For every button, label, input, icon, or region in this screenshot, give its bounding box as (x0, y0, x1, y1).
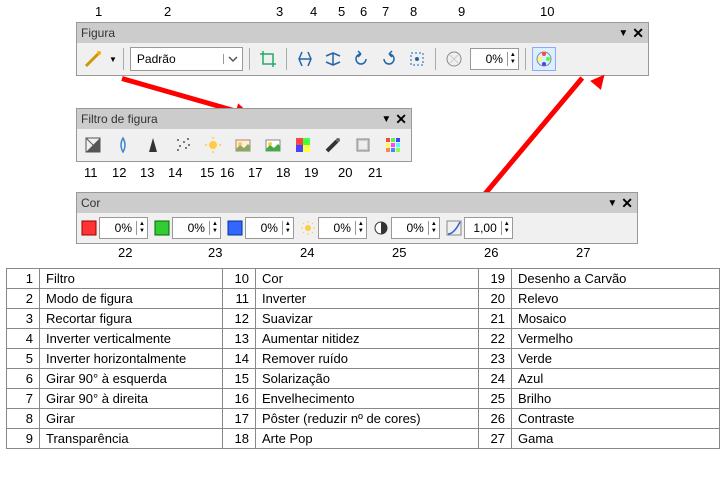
mode-dropdown[interactable]: Padrão (130, 47, 243, 71)
transparency-spinner[interactable]: 0% ▲▼ (470, 48, 519, 70)
legend-table: 1Filtro10Cor19Desenho a Carvão2Modo de f… (6, 268, 720, 449)
label-23: 23 (208, 245, 222, 260)
label-14: 14 (168, 165, 182, 180)
chevron-down-icon (223, 54, 242, 64)
sharpen-button[interactable] (141, 133, 165, 157)
filter-dropdown-arrow[interactable]: ▼ (109, 55, 117, 64)
brightness-spinner[interactable]: 0%▲▼ (318, 217, 367, 239)
blue-spinner[interactable]: 0%▲▼ (245, 217, 294, 239)
close-icon[interactable]: ✕ (632, 25, 644, 42)
label-10: 10 (540, 4, 554, 19)
flip-vertical-button[interactable] (293, 47, 317, 71)
blue-icon (227, 220, 243, 236)
label-21: 21 (368, 165, 382, 180)
panel-figura-title: Figura (81, 26, 115, 40)
label-6: 6 (360, 4, 367, 19)
panel-filtro: Filtro de figura ▼ ✕ (76, 108, 412, 162)
label-25: 25 (392, 245, 406, 260)
brightness-icon (300, 220, 316, 236)
panel-cor: Cor ▼ ✕ 0%▲▼ 0%▲▼ 0%▲▼ 0%▲▼ 0%▲▼ 1,00▲▼ (76, 192, 638, 244)
noise-button[interactable] (171, 133, 195, 157)
label-19: 19 (304, 165, 318, 180)
rotate-button[interactable] (405, 47, 429, 71)
minimize-icon[interactable]: ▼ (381, 114, 391, 125)
label-15: 15 (200, 165, 214, 180)
label-22: 22 (118, 245, 132, 260)
charcoal-button[interactable] (321, 133, 345, 157)
contrast-icon (373, 220, 389, 236)
label-17: 17 (248, 165, 262, 180)
close-icon[interactable]: ✕ (395, 111, 407, 128)
crop-button[interactable] (256, 47, 280, 71)
color-button[interactable] (532, 47, 556, 71)
gamma-icon (446, 220, 462, 236)
label-1: 1 (95, 4, 102, 19)
panel-filtro-title: Filtro de figura (81, 112, 158, 126)
label-16: 16 (220, 165, 234, 180)
label-9: 9 (458, 4, 465, 19)
table-row: 8Girar17Pôster (reduzir nº de cores)26Co… (7, 409, 720, 429)
label-2: 2 (164, 4, 171, 19)
table-row: 1Filtro10Cor19Desenho a Carvão (7, 269, 720, 289)
mosaic-button[interactable] (381, 133, 405, 157)
transparency-icon (442, 47, 466, 71)
popart-button[interactable] (291, 133, 315, 157)
label-11: 11 (84, 165, 98, 180)
table-row: 2Modo de figura11Inverter20Relevo (7, 289, 720, 309)
table-row: 3Recortar figura12Suavizar21Mosaico (7, 309, 720, 329)
label-26: 26 (484, 245, 498, 260)
table-row: 7Girar 90° à direita16Envelhecimento25Br… (7, 389, 720, 409)
relief-button[interactable] (351, 133, 375, 157)
panel-figura: Figura ▼ ✕ ▼ Padrão 0% ▲▼ (76, 22, 649, 76)
panel-cor-title: Cor (81, 196, 100, 210)
close-icon[interactable]: ✕ (621, 195, 633, 212)
green-spinner[interactable]: 0%▲▼ (172, 217, 221, 239)
label-12: 12 (112, 165, 126, 180)
label-4: 4 (310, 4, 317, 19)
transparency-value: 0% (471, 52, 507, 66)
aging-button[interactable] (231, 133, 255, 157)
minimize-icon[interactable]: ▼ (607, 198, 617, 209)
label-18: 18 (276, 165, 290, 180)
label-27: 27 (576, 245, 590, 260)
mode-value: Padrão (131, 52, 223, 66)
label-3: 3 (276, 4, 283, 19)
table-row: 6Girar 90° à esquerda15Solarização24Azul (7, 369, 720, 389)
smooth-button[interactable] (111, 133, 135, 157)
flip-horizontal-button[interactable] (321, 47, 345, 71)
table-row: 5Inverter horizontalmente14Remover ruído… (7, 349, 720, 369)
label-7: 7 (382, 4, 389, 19)
contrast-spinner[interactable]: 0%▲▼ (391, 217, 440, 239)
solarize-button[interactable] (201, 133, 225, 157)
label-24: 24 (300, 245, 314, 260)
red-spinner[interactable]: 0%▲▼ (99, 217, 148, 239)
poster-button[interactable] (261, 133, 285, 157)
invert-button[interactable] (81, 133, 105, 157)
label-5: 5 (338, 4, 345, 19)
table-row: 4Inverter verticalmente13Aumentar nitide… (7, 329, 720, 349)
minimize-icon[interactable]: ▼ (618, 28, 628, 39)
red-icon (81, 220, 97, 236)
gamma-spinner[interactable]: 1,00▲▼ (464, 217, 513, 239)
rotate-left-button[interactable] (349, 47, 373, 71)
filter-button[interactable] (81, 47, 105, 71)
table-row: 9Transparência18Arte Pop27Gama (7, 429, 720, 449)
label-8: 8 (410, 4, 417, 19)
label-13: 13 (140, 165, 154, 180)
green-icon (154, 220, 170, 236)
label-20: 20 (338, 165, 352, 180)
rotate-right-button[interactable] (377, 47, 401, 71)
